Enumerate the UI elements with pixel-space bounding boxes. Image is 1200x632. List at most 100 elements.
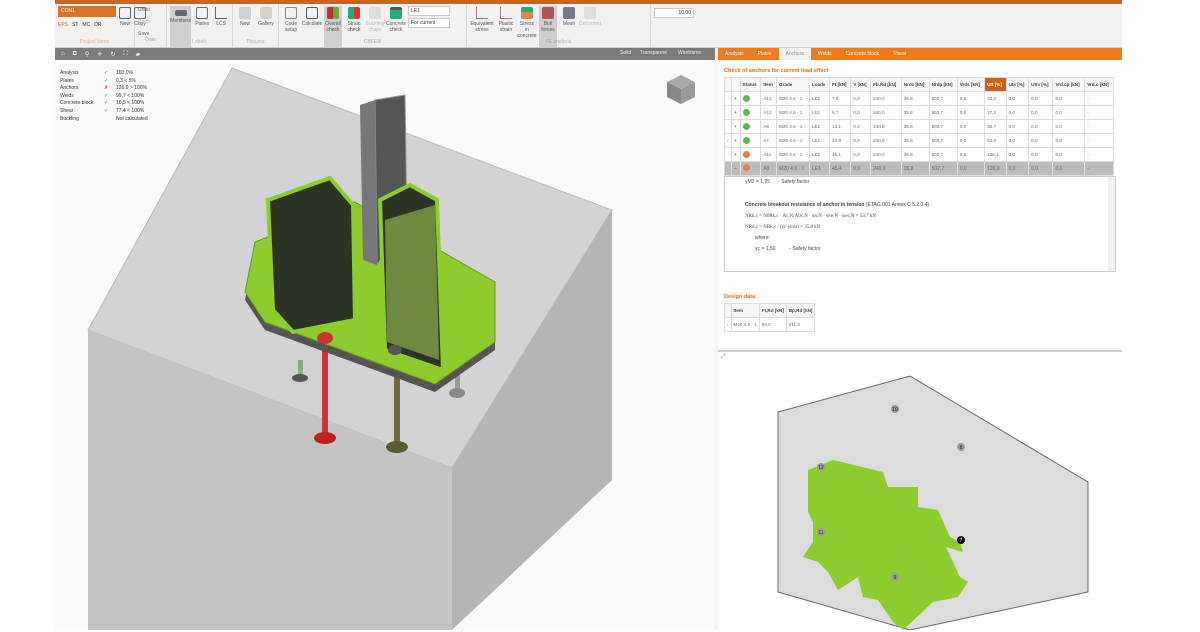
- column-header[interactable]: Vrds [kN]: [956, 77, 986, 92]
- zoom-icon[interactable]: ⚲: [85, 51, 89, 58]
- ribbon-group-project-items: CON1 EPS ST MC DR New Copy Project items: [55, 4, 146, 47]
- scale-spinner[interactable]: 10,00: [654, 8, 694, 18]
- solid-mode-button[interactable]: Solid: [620, 50, 631, 56]
- ribbon: CON1 EPS ST MC DR New Copy Project items…: [55, 4, 1122, 48]
- bolt-forces-label: Bolt forces: [541, 21, 555, 33]
- table-row[interactable]: − A9 M20 4.6 - 1 LE1 45,4 0,0 240,0 35,8 502,7 0,…: [723, 161, 1114, 176]
- table-cell: 0,0: [1028, 105, 1054, 120]
- table-cell: 45,1: [829, 147, 852, 162]
- column-header[interactable]: Fb.Rd [kN]: [870, 77, 902, 92]
- table-row[interactable]: › + A7 M20 4.6 - 1 LE1 22,9 0,0 240,0 35,8 502,7 0…: [723, 133, 1114, 148]
- column-header[interactable]: Vrd.c [kN]: [1084, 77, 1114, 92]
- load-mode-select[interactable]: For current: [408, 18, 450, 28]
- tab-analysis[interactable]: Analysis: [718, 48, 751, 60]
- 3d-viewport[interactable]: Analysis ✓ 100,0% Plates ✓ 0,3 < 5% Anchors ✗ 12…: [55, 60, 715, 630]
- tab-plates[interactable]: Plates: [751, 48, 779, 60]
- table-cell: 35,8: [900, 133, 930, 148]
- table-row[interactable]: + A8 M20 4.6 - 1 LE1 13,1 0,0 240,0 35,8 502,7 0,…: [723, 119, 1114, 134]
- column-header[interactable]: V [kN]: [850, 77, 872, 92]
- column-header[interactable]: Uts [%]: [1005, 77, 1030, 92]
- item-dr[interactable]: DR: [94, 22, 101, 28]
- table-cell: 35,8: [900, 147, 930, 162]
- table-cell: 27,2: [984, 105, 1007, 120]
- expand-button[interactable]: +: [731, 91, 741, 106]
- fit-icon[interactable]: ⛶: [123, 51, 127, 58]
- load-case-select[interactable]: LE1: [408, 6, 450, 16]
- home-icon[interactable]: ⌂: [61, 51, 65, 57]
- expand-button[interactable]: +: [731, 105, 741, 120]
- cross-icon: ✗: [104, 85, 109, 92]
- tab-anchors[interactable]: Anchors: [778, 48, 811, 60]
- expand-button[interactable]: +: [731, 119, 741, 134]
- item-st[interactable]: ST: [72, 22, 78, 28]
- table-cell: 22,2: [984, 91, 1007, 106]
- column-header[interactable]: Ft [kN]: [829, 77, 852, 92]
- item-eps[interactable]: EPS: [58, 22, 68, 28]
- connection-combo[interactable]: CON1: [58, 6, 116, 17]
- column-header[interactable]: Loads: [808, 77, 831, 92]
- rotate-icon[interactable]: ↻: [110, 51, 115, 58]
- column-header[interactable]: Nrdc [kN]: [900, 77, 930, 92]
- table-row[interactable]: + A10 M20 4.6 - 1 LE1 7,9 0,0 240,0 35,8 502,7 0,…: [723, 91, 1114, 106]
- row-indicator: [723, 161, 733, 176]
- table-cell: 0,0: [1028, 91, 1054, 106]
- table-cell: 45,4: [829, 161, 852, 176]
- result-analysis: Analysis ✓ 100,0%: [60, 70, 148, 78]
- row-indicator: [723, 147, 733, 162]
- table-cell: 240,0: [870, 147, 902, 162]
- expand-icon[interactable]: ⤢: [721, 354, 726, 361]
- result-plates: Plates ✓ 0,3 < 5%: [60, 78, 148, 86]
- design-data-table: Item Ft,Rd [kN] Bp,Rd [kN] › M20 4.6 - 1 60,…: [724, 303, 816, 332]
- status-cell: [739, 119, 762, 134]
- undo-button[interactable]: Undo: [138, 6, 163, 15]
- table-cell: 13,1: [829, 119, 852, 134]
- buckling-icon: [369, 7, 381, 19]
- design-data-row[interactable]: › M20 4.6 - 1 60,0 311,2: [724, 317, 816, 332]
- column-header[interactable]: Vrd.cp [kN]: [1052, 77, 1086, 92]
- column-header[interactable]: Status: [739, 77, 762, 92]
- column-header[interactable]: Item: [760, 77, 778, 92]
- table-cell: 0,0: [850, 133, 872, 148]
- tab-shear[interactable]: Shear: [886, 48, 913, 60]
- detail-scrollbar[interactable]: [1108, 177, 1115, 271]
- result-name: Plates: [60, 77, 74, 84]
- table-cell: A8: [760, 119, 778, 134]
- detail-line1-note: - Safety factor: [778, 179, 810, 185]
- status-cell: [739, 105, 762, 120]
- transparent-mode-button[interactable]: Transparent: [640, 50, 667, 56]
- bolt-forces-view[interactable]: ⤢ 10 8 12 11 7 9: [718, 350, 1122, 631]
- item-mc[interactable]: MC: [82, 22, 90, 28]
- group-label: Labels: [192, 39, 207, 45]
- column-header[interactable]: Utts [%]: [1028, 77, 1054, 92]
- anchor-label: 8: [960, 445, 963, 451]
- redo-button[interactable]: Redo: [138, 18, 163, 27]
- column-header[interactable]: Grade: [776, 77, 810, 92]
- table-cell: 22,9: [829, 133, 852, 148]
- new-button[interactable]: New: [119, 6, 131, 28]
- picture-icon: [239, 7, 251, 19]
- detail-where: where:: [755, 235, 771, 241]
- deformed-label: Deformed: [579, 21, 601, 27]
- collapse-button[interactable]: −: [731, 161, 741, 176]
- pan-icon[interactable]: ✛: [97, 51, 102, 58]
- tab-welds[interactable]: Welds: [811, 48, 839, 60]
- wireframe-mode-button[interactable]: Wireframe: [678, 50, 701, 56]
- table-row[interactable]: + A11 M20 4.6 - 1 LE1 45,1 0,0 240,0 35,8 502,7 0…: [723, 147, 1114, 162]
- ribbon-group-labels: Members Plates LCS Labels: [167, 4, 233, 47]
- zoom-window-icon[interactable]: ⧉: [73, 51, 77, 58]
- result-value: 126,9 > 100%: [116, 85, 147, 92]
- expand-button[interactable]: +: [731, 133, 741, 148]
- expand-button[interactable]: +: [731, 147, 741, 162]
- result-value: 99,7 < 100%: [116, 92, 145, 99]
- view-cube[interactable]: [667, 75, 695, 104]
- tab-concrete-block[interactable]: Concrete block: [839, 48, 886, 60]
- overall-check-icon: [327, 7, 339, 19]
- column-header[interactable]: Nrdp [kN]: [928, 77, 958, 92]
- table-row[interactable]: + A12 M20 4.6 - 1 LE1 9,7 0,0 240,0 35,8 502,7 0,…: [723, 105, 1114, 120]
- ribbon-group-data: Undo Redo Save Data: [135, 4, 167, 47]
- table-cell: LE1: [808, 161, 831, 176]
- detail-line2: γc = 1,50: [755, 246, 776, 252]
- table-cell: 0,0: [850, 147, 872, 162]
- eraser-icon[interactable]: ▰: [136, 51, 141, 58]
- column-header[interactable]: Utt [%]: [984, 77, 1007, 92]
